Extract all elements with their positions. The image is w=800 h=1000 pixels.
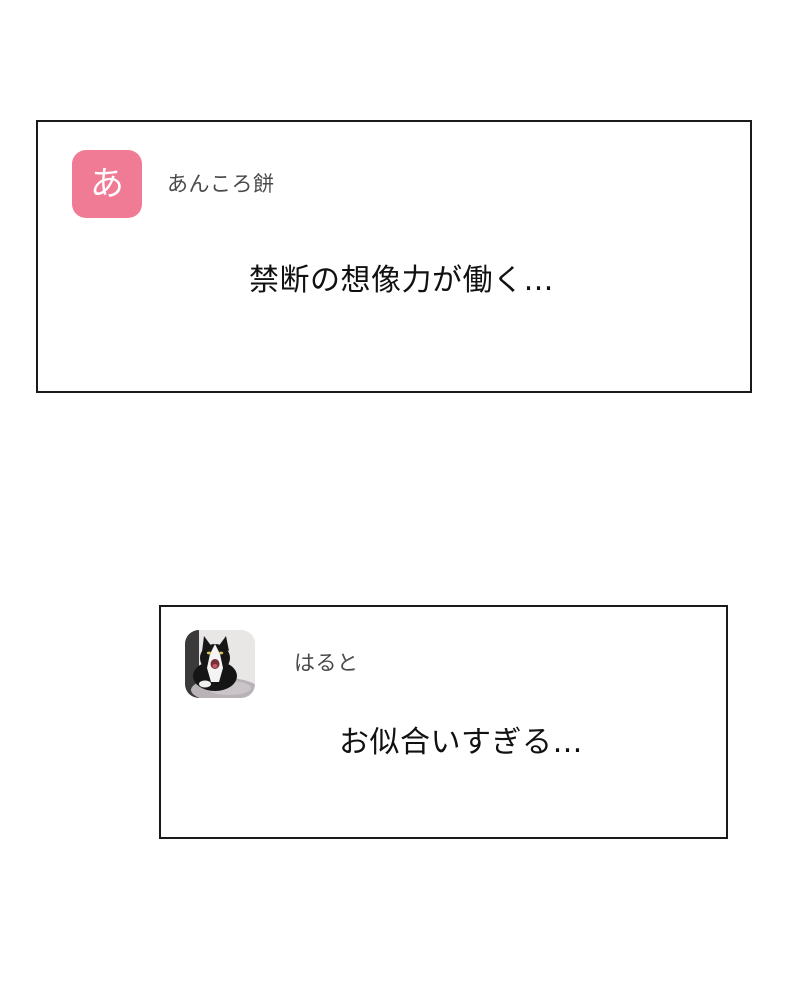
avatar-letter: あ: [90, 164, 124, 204]
comment-text: 禁断の想像力が働く…: [249, 263, 554, 298]
comment-text: お似合いすぎる…: [339, 725, 583, 760]
avatar[interactable]: [185, 630, 255, 698]
comment-card: あ あんころ餅 禁断の想像力が働く…: [36, 120, 752, 393]
avatar[interactable]: あ: [72, 150, 142, 218]
cat-photo-icon: [185, 630, 255, 698]
username[interactable]: あんころ餅: [167, 168, 275, 198]
comment-card: はると お似合いすぎる…: [159, 605, 728, 839]
username[interactable]: はると: [294, 647, 359, 677]
